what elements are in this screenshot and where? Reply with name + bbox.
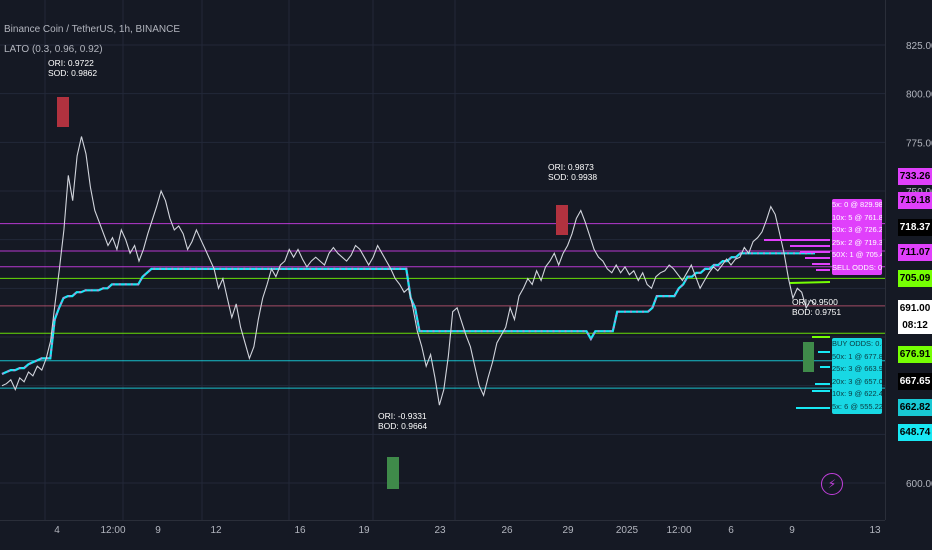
price-line xyxy=(1,136,816,406)
annotation-right1: ORI: 0.9500 BOD: 0.9751 xyxy=(792,297,841,317)
time-tick-label: 12 xyxy=(210,525,222,536)
time-tick-label: 6 xyxy=(728,525,734,536)
time-tick-label: 2025 xyxy=(616,525,639,536)
sell-row-50x: 50X: 1 @ 705.488 xyxy=(832,250,882,260)
time-tick-label: 12:00 xyxy=(666,525,691,536)
sell-row-25x: 25x: 2 @ 719.324 xyxy=(832,237,882,247)
trend-line xyxy=(1,252,815,376)
price-tag: 08:12 xyxy=(898,317,932,334)
price-tick-label: 775.00 xyxy=(906,138,932,149)
annotation-top2: ORI: 0.9873 SOD: 0.9938 xyxy=(548,162,597,182)
buy-odds: BUY ODDS: 0.809 xyxy=(832,339,882,348)
price-tag: 733.26 xyxy=(898,168,932,185)
odds-bar xyxy=(789,281,831,284)
grid-lines xyxy=(0,0,885,520)
price-tick-label: 825.00 xyxy=(906,41,932,52)
price-tick-label: 800.00 xyxy=(906,90,932,101)
price-tag: 662.82 xyxy=(898,399,932,416)
buy-signal-box xyxy=(387,457,399,489)
symbol-title: Binance Coin / TetherUS, 1h, BINANCE xyxy=(4,24,181,35)
annotation-right1-ori: ORI: 0.9500 xyxy=(792,297,838,307)
buy-signal-box xyxy=(803,342,814,372)
time-tick-label: 12:00 xyxy=(100,525,125,536)
buy-row-20x: 20x: 3 @ 657.072 xyxy=(832,376,882,386)
time-tick-label: 9 xyxy=(789,525,795,536)
annotation-bottom1-bod: BOD: 0.9664 xyxy=(378,421,428,431)
time-tick-label: 16 xyxy=(294,525,306,536)
buy-row-50x: 50x: 1 @ 677.822 xyxy=(832,351,882,361)
sell-row-5x: 5x: 0 @ 829.986 xyxy=(832,200,882,209)
price-tag: 705.09 xyxy=(898,270,932,287)
price-tag: 719.18 xyxy=(898,192,932,209)
price-tag: 718.37 xyxy=(898,219,932,236)
sell-signal-box xyxy=(57,97,69,127)
sell-signal-box xyxy=(556,205,568,235)
price-tag: 711.07 xyxy=(898,244,932,261)
annotation-top2-sod: SOD: 0.9938 xyxy=(548,172,598,182)
price-chart[interactable]: 825.00800.00775.00750.00650.00600.00412:… xyxy=(0,0,932,550)
time-tick-label: 26 xyxy=(501,525,513,536)
buy-odds-panel: BUY ODDS: 0.809 50x: 1 @ 677.822 25x: 3 … xyxy=(832,338,882,414)
time-tick-label: 29 xyxy=(562,525,574,536)
sell-row-10x: 10x: 5 @ 761.82 xyxy=(832,212,882,222)
price-tag: 691.00 xyxy=(898,300,932,317)
buy-row-10x: 10x: 9 @ 622.49 xyxy=(832,389,882,399)
price-tag: 648.74 xyxy=(898,424,932,441)
price-tag: 667.65 xyxy=(898,373,932,390)
indicator-title[interactable]: LATO (0.3, 0.96, 0.92) xyxy=(4,44,103,55)
annotation-bottom1-ori: ORI: -0.9331 xyxy=(378,411,427,421)
annotation-bottom1: ORI: -0.9331 BOD: 0.9664 xyxy=(378,411,427,431)
annotation-top1-sod: SOD: 0.9862 xyxy=(48,68,98,78)
price-tick-label: 600.00 xyxy=(906,479,932,490)
trend-dots xyxy=(1,252,815,376)
time-tick-label: 9 xyxy=(155,525,161,536)
buy-row-25x: 25x: 3 @ 663.989 xyxy=(832,364,882,374)
sell-odds-panel: 5x: 0 @ 829.986 10x: 5 @ 761.82 20x: 3 @… xyxy=(832,199,882,275)
buy-row-5x: 5x: 6 @ 555.224 xyxy=(832,401,882,411)
time-tick-label: 23 xyxy=(434,525,446,536)
annotation-right1-bod: BOD: 0.9751 xyxy=(792,307,842,317)
lightning-bolt-icon[interactable]: ⚡︎ xyxy=(821,473,843,495)
annotation-top1-ori: ORI: 0.9722 xyxy=(48,58,94,68)
sell-odds: SELL ODDS: 0.191 xyxy=(832,262,882,272)
chart-window: 825.00800.00775.00750.00650.00600.00412:… xyxy=(0,0,932,550)
time-tick-label: 4 xyxy=(54,525,60,536)
sell-row-20x: 20x: 3 @ 726.238 xyxy=(832,225,882,235)
time-tick-label: 13 xyxy=(869,525,881,536)
annotation-top1: ORI: 0.9722 SOD: 0.9862 xyxy=(48,58,97,78)
time-tick-label: 19 xyxy=(358,525,370,536)
price-tag: 676.91 xyxy=(898,346,932,363)
annotation-top2-ori: ORI: 0.9873 xyxy=(548,162,594,172)
